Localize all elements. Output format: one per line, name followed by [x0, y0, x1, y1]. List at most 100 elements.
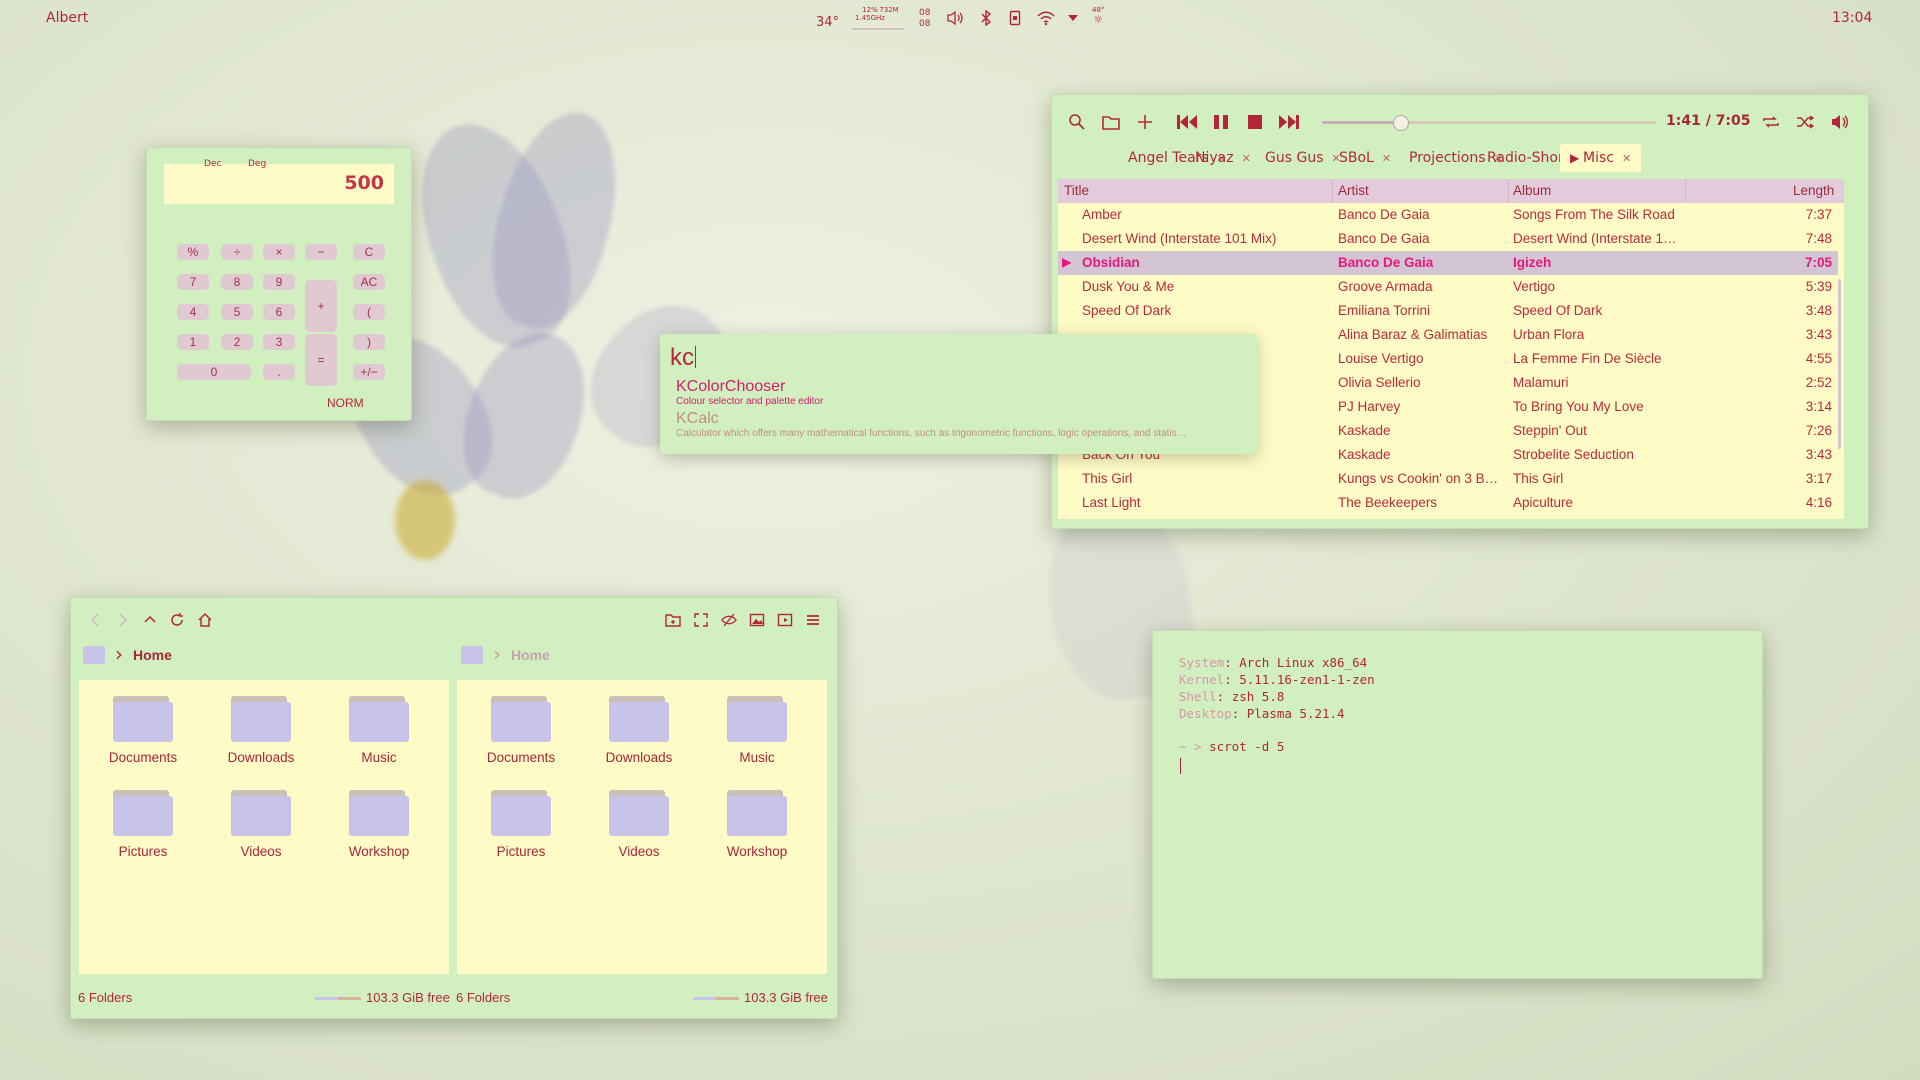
- close-tab-icon[interactable]: ✕: [1242, 152, 1251, 165]
- scrollbar[interactable]: [1838, 279, 1841, 449]
- track-length: 3:43: [1805, 327, 1832, 342]
- calc-key[interactable]: C: [353, 244, 385, 260]
- pause-icon[interactable]: [1212, 113, 1230, 131]
- track-album: Strobelite Seduction: [1513, 447, 1634, 462]
- column-album[interactable]: Album: [1513, 183, 1551, 198]
- calc-key[interactable]: 6: [263, 304, 295, 320]
- calc-key[interactable]: −: [305, 244, 337, 260]
- playlist-tab[interactable]: Niyaz ✕: [1195, 144, 1251, 172]
- calc-key[interactable]: +: [305, 280, 337, 332]
- calc-key[interactable]: ×: [263, 244, 295, 260]
- calc-key[interactable]: ): [353, 334, 385, 350]
- calc-key[interactable]: %: [177, 244, 209, 260]
- shuffle-icon[interactable]: [1796, 113, 1814, 131]
- folder-item[interactable]: Workshop: [701, 776, 813, 864]
- launcher-result[interactable]: KColorChooser Colour selector and palett…: [676, 378, 1246, 407]
- calc-key[interactable]: 8: [221, 274, 253, 290]
- folder-item[interactable]: Workshop: [323, 776, 435, 864]
- preview-icon[interactable]: [749, 612, 765, 628]
- add-icon[interactable]: [1136, 113, 1154, 131]
- track-album: Steppin' Out: [1513, 423, 1587, 438]
- menu-icon[interactable]: [805, 612, 821, 628]
- track-row[interactable]: Amber Banco De Gaia Songs From The Silk Ro…: [1058, 203, 1838, 227]
- folder-item[interactable]: Videos: [205, 776, 317, 864]
- launcher-result[interactable]: KCalc Calculator which offers many mathe…: [676, 410, 1246, 439]
- calc-key[interactable]: ÷: [221, 244, 253, 260]
- calc-key[interactable]: +/−: [353, 364, 385, 380]
- calc-key[interactable]: AC: [353, 274, 385, 290]
- bluetooth-icon[interactable]: [980, 10, 992, 26]
- repeat-icon[interactable]: [1762, 113, 1780, 131]
- folder-item[interactable]: Music: [323, 682, 435, 770]
- folder-item[interactable]: Downloads: [205, 682, 317, 770]
- wifi-icon[interactable]: [1036, 10, 1056, 26]
- date-widget[interactable]: 08 08: [919, 8, 930, 30]
- volume-icon[interactable]: [946, 10, 964, 26]
- tray-expand-icon[interactable]: [1067, 14, 1079, 22]
- calc-key[interactable]: .: [263, 364, 295, 380]
- folder-item[interactable]: Pictures: [87, 776, 199, 864]
- stop-icon[interactable]: [1246, 113, 1264, 131]
- track-row[interactable]: ▶ Obsidian Banco De Gaia Igizeh 7:05: [1058, 251, 1838, 275]
- terminal-prompt-line[interactable]: ~ > scrot -d 5: [1179, 739, 1284, 754]
- folder-view[interactable]: Documents Downloads Music Pictures Videos Wor…: [457, 680, 827, 974]
- calc-key[interactable]: (: [353, 304, 385, 320]
- open-folder-icon[interactable]: [1102, 113, 1120, 131]
- search-icon[interactable]: [1068, 113, 1086, 131]
- volume-icon[interactable]: [1830, 113, 1850, 131]
- track-row[interactable]: Desert Wind (Interstate 101 Mix) Banco De…: [1058, 227, 1838, 251]
- close-tab-icon[interactable]: ✕: [1382, 152, 1391, 165]
- device-icon[interactable]: [1009, 10, 1021, 26]
- calc-key[interactable]: 2: [221, 334, 253, 350]
- new-folder-icon[interactable]: [665, 612, 681, 628]
- clock[interactable]: 13:04: [1832, 10, 1872, 26]
- folder-item[interactable]: Documents: [87, 682, 199, 770]
- fullscreen-icon[interactable]: [693, 612, 709, 628]
- folder-item[interactable]: Videos: [583, 776, 695, 864]
- track-row[interactable]: Last Light The Beekeepers Apiculture 4:16: [1058, 491, 1838, 515]
- folder-view[interactable]: Documents Downloads Music Pictures Videos Wor…: [79, 680, 449, 974]
- hidden-files-icon[interactable]: [721, 612, 737, 628]
- calc-key[interactable]: 0: [177, 364, 251, 380]
- folder-icon: [113, 790, 173, 836]
- folder-item[interactable]: Downloads: [583, 682, 695, 770]
- next-track-icon[interactable]: [1278, 113, 1300, 131]
- up-icon[interactable]: [143, 612, 157, 628]
- close-tab-icon[interactable]: ✕: [1622, 152, 1631, 165]
- previous-track-icon[interactable]: [1176, 113, 1198, 131]
- breadcrumb-home[interactable]: Home: [511, 647, 550, 663]
- weather-widget[interactable]: 48° ☼: [1092, 6, 1104, 25]
- track-row[interactable]: Dusk You & Me Groove Armada Vertigo 5:39: [1058, 275, 1838, 299]
- forward-icon[interactable]: [115, 612, 129, 628]
- back-icon[interactable]: [89, 612, 103, 628]
- track-row[interactable]: Speed Of Dark Emiliana Torrini Speed Of Da…: [1058, 299, 1838, 323]
- playlist-tab[interactable]: Gus Gus ✕: [1265, 144, 1341, 172]
- calc-key[interactable]: 7: [177, 274, 209, 290]
- launcher-input[interactable]: kc: [670, 344, 696, 372]
- column-length[interactable]: Length: [1793, 183, 1834, 198]
- user-name[interactable]: Albert: [46, 10, 88, 26]
- folder-item[interactable]: Music: [701, 682, 813, 770]
- folder-item[interactable]: Pictures: [465, 776, 577, 864]
- display-value: 500: [344, 172, 384, 194]
- home-icon[interactable]: [197, 612, 213, 628]
- column-artist[interactable]: Artist: [1338, 183, 1369, 198]
- calc-key[interactable]: 4: [177, 304, 209, 320]
- track-artist: Banco De Gaia: [1338, 255, 1434, 270]
- column-title[interactable]: Title: [1064, 183, 1089, 198]
- breadcrumb-home[interactable]: Home: [133, 647, 172, 663]
- calc-key[interactable]: 3: [263, 334, 295, 350]
- seek-slider[interactable]: [1322, 115, 1656, 131]
- playlist-tab[interactable]: SBoL ✕: [1339, 144, 1391, 172]
- reload-icon[interactable]: [169, 612, 185, 628]
- calc-key[interactable]: 5: [221, 304, 253, 320]
- seek-handle[interactable]: [1393, 115, 1410, 131]
- playlist-tab[interactable]: ▶ Misc ✕: [1560, 144, 1642, 172]
- calc-key[interactable]: =: [305, 334, 337, 386]
- folder-item[interactable]: Documents: [465, 682, 577, 770]
- calc-key[interactable]: 9: [263, 274, 295, 290]
- split-view-icon[interactable]: [777, 612, 793, 628]
- track-row[interactable]: This Girl Kungs vs Cookin' on 3 B… This Gi…: [1058, 467, 1838, 491]
- memory-value: 732M: [879, 6, 899, 14]
- calc-key[interactable]: 1: [177, 334, 209, 350]
